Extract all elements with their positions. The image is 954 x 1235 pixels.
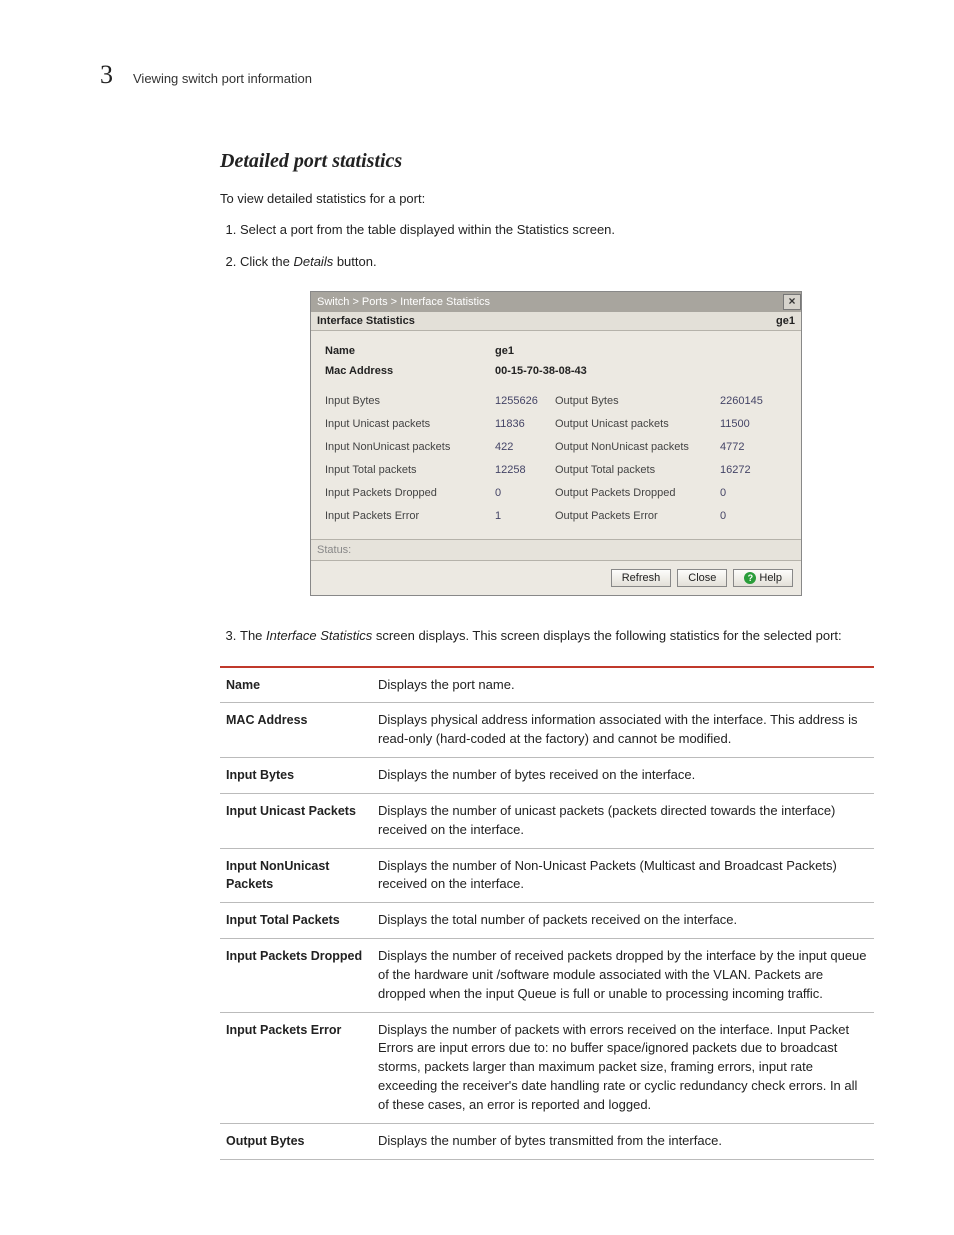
definition-term: Input Packets Error (220, 1012, 372, 1123)
definition-desc: Displays the number of Non-Unicast Packe… (372, 848, 874, 903)
mac-label: Mac Address (325, 365, 495, 377)
dialog-buttons: Refresh Close ? Help (311, 561, 801, 595)
definition-term: MAC Address (220, 703, 372, 758)
stats-row: Input Total packets 12258 Output Total p… (325, 464, 789, 476)
definition-term: Input Unicast Packets (220, 793, 372, 848)
help-icon: ? (744, 572, 756, 584)
help-button[interactable]: ? Help (733, 569, 793, 587)
definition-row: Input NonUnicast PacketsDisplays the num… (220, 848, 874, 903)
definition-row: Input Unicast PacketsDisplays the number… (220, 793, 874, 848)
definition-desc: Displays the number of packets with erro… (372, 1012, 874, 1123)
stats-row: Input Bytes 1255626 Output Bytes 2260145 (325, 395, 789, 407)
definition-row: Input BytesDisplays the number of bytes … (220, 758, 874, 794)
step-1: Select a port from the table displayed w… (240, 220, 874, 240)
close-button[interactable]: Close (677, 569, 727, 587)
steps-list-cont: The Interface Statistics screen displays… (220, 626, 874, 646)
definition-desc: Displays the number of bytes received on… (372, 758, 874, 794)
definition-row: Input Total PacketsDisplays the total nu… (220, 903, 874, 939)
definition-row: Input Packets ErrorDisplays the number o… (220, 1012, 874, 1123)
mac-value: 00-15-70-38-08-43 (495, 365, 587, 377)
dialog-subheader: Interface Statistics ge1 (311, 312, 801, 331)
definition-desc: Displays physical address information as… (372, 703, 874, 758)
definition-row: MAC AddressDisplays physical address inf… (220, 703, 874, 758)
definition-term: Input NonUnicast Packets (220, 848, 372, 903)
definition-desc: Displays the port name. (372, 667, 874, 703)
name-label: Name (325, 345, 495, 357)
dialog-body: Name ge1 Mac Address 00-15-70-38-08-43 I… (311, 331, 801, 539)
definition-term: Input Total Packets (220, 903, 372, 939)
intro-text: To view detailed statistics for a port: (220, 191, 874, 206)
interface-statistics-dialog: Switch > Ports > Interface Statistics × … (310, 291, 802, 596)
definition-term: Output Bytes (220, 1123, 372, 1159)
definition-term: Input Packets Dropped (220, 939, 372, 1013)
step-3: The Interface Statistics screen displays… (240, 626, 874, 646)
stats-row: Input NonUnicast packets 422 Output NonU… (325, 441, 789, 453)
definition-term: Input Bytes (220, 758, 372, 794)
stats-row: Input Unicast packets 11836 Output Unica… (325, 418, 789, 430)
definition-row: Input Packets DroppedDisplays the number… (220, 939, 874, 1013)
refresh-button[interactable]: Refresh (611, 569, 672, 587)
step-2: Click the Details button. (240, 252, 874, 272)
name-value: ge1 (495, 345, 514, 357)
definition-term: Name (220, 667, 372, 703)
definition-desc: Displays the number of bytes transmitted… (372, 1123, 874, 1159)
definition-desc: Displays the number of received packets … (372, 939, 874, 1013)
page-header-text: Viewing switch port information (133, 71, 312, 86)
definition-desc: Displays the number of unicast packets (… (372, 793, 874, 848)
section-title: Detailed port statistics (220, 150, 874, 173)
stats-row: Input Packets Error 1 Output Packets Err… (325, 510, 789, 522)
dialog-breadcrumb: Switch > Ports > Interface Statistics (317, 296, 783, 308)
page-header: 3 Viewing switch port information (100, 60, 874, 90)
panel-title-right: ge1 (776, 315, 795, 327)
definition-row: NameDisplays the port name. (220, 667, 874, 703)
stats-row: Input Packets Dropped 0 Output Packets D… (325, 487, 789, 499)
panel-title: Interface Statistics (317, 315, 415, 327)
stats-grid: Input Bytes 1255626 Output Bytes 2260145… (325, 395, 789, 522)
steps-list: Select a port from the table displayed w… (220, 220, 874, 271)
close-icon[interactable]: × (783, 294, 801, 310)
definition-desc: Displays the total number of packets rec… (372, 903, 874, 939)
definition-row: Output BytesDisplays the number of bytes… (220, 1123, 874, 1159)
dialog-status: Status: (311, 539, 801, 561)
page-number: 3 (100, 60, 113, 90)
definitions-table: NameDisplays the port name.MAC AddressDi… (220, 666, 874, 1160)
dialog-titlebar: Switch > Ports > Interface Statistics × (311, 292, 801, 312)
